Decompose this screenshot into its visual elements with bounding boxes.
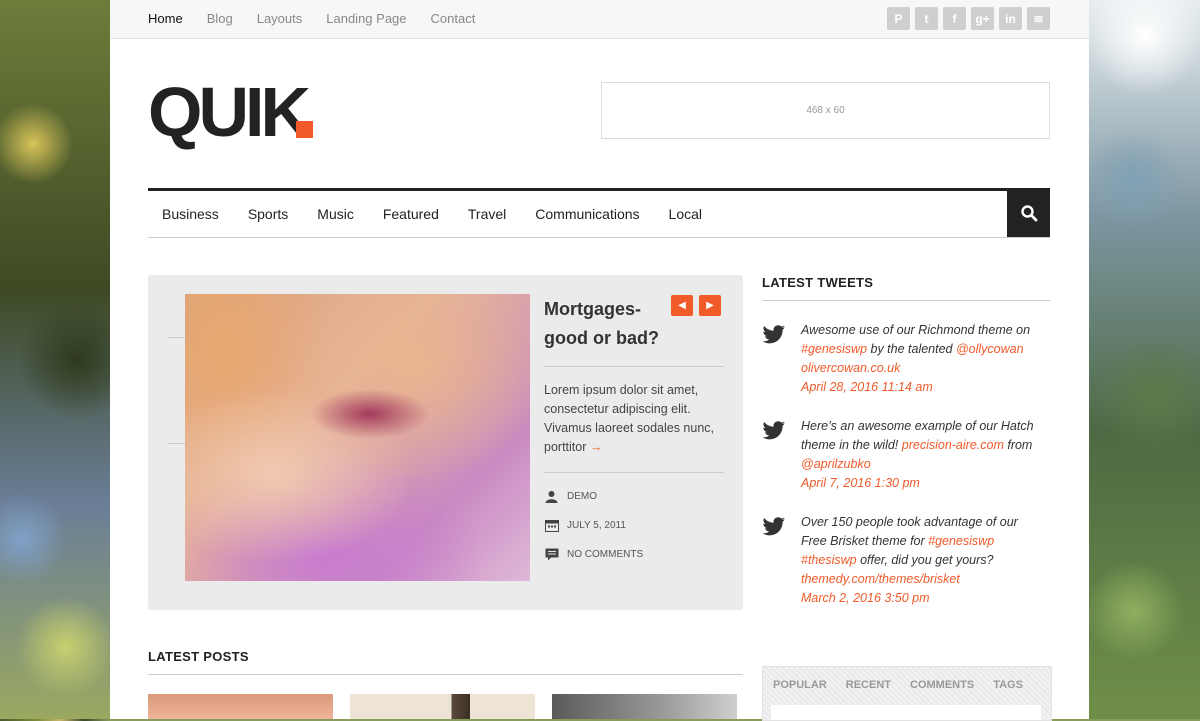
- tweet-timestamp[interactable]: March 2, 2016 3:50 pm: [801, 591, 930, 605]
- slider-controls: ◀ ▶: [671, 295, 721, 316]
- tweet-url-link[interactable]: precision-aire.com: [902, 438, 1004, 452]
- top-nav-contact[interactable]: Contact: [431, 11, 476, 26]
- logo-dot: [296, 121, 313, 138]
- slider-divider: [168, 337, 185, 338]
- main-nav-local[interactable]: Local: [669, 206, 702, 222]
- main-nav-music[interactable]: Music: [317, 206, 354, 222]
- featured-divider: [544, 472, 724, 473]
- pinterest-icon[interactable]: P: [887, 7, 910, 30]
- comment-icon: [544, 548, 559, 561]
- main-nav-business[interactable]: Business: [162, 206, 219, 222]
- meta-date: JULY 5, 2011: [544, 519, 626, 532]
- latest-tweets-heading: LATEST TWEETS: [762, 275, 874, 290]
- post-thumbnail[interactable]: [552, 694, 737, 719]
- tweet-hashtag-link[interactable]: #genesiswp: [801, 342, 867, 356]
- meta-author-text[interactable]: DEMO: [567, 491, 597, 502]
- latest-posts-divider: [148, 674, 743, 675]
- tweet-url-link[interactable]: themedy.com/themes/brisket: [801, 572, 960, 586]
- meta-date-text: JULY 5, 2011: [567, 520, 626, 531]
- top-nav-landing-page[interactable]: Landing Page: [326, 11, 406, 26]
- search-button[interactable]: [1007, 188, 1050, 237]
- twitter-bird-icon: [762, 325, 785, 344]
- tweet-hashtag-link[interactable]: #genesiswp: [928, 534, 994, 548]
- twitter-bird-icon: [762, 421, 785, 440]
- twitter-bird-icon: [762, 517, 785, 536]
- background-right: [1089, 0, 1200, 719]
- main-nav-featured[interactable]: Featured: [383, 206, 439, 222]
- tab-recent[interactable]: RECENT: [846, 679, 891, 691]
- sidebar-tabs: POPULAR RECENT COMMENTS TAGS: [762, 666, 1052, 721]
- tweet-hashtag-link[interactable]: #thesiswp: [801, 553, 857, 567]
- post-thumbnail[interactable]: [350, 694, 535, 719]
- top-nav-blog[interactable]: Blog: [207, 11, 233, 26]
- main-nav-sports[interactable]: Sports: [248, 206, 288, 222]
- tweet-text: Here’s an awesome example of our Hatch t…: [801, 417, 1041, 493]
- featured-image[interactable]: [185, 294, 530, 581]
- user-icon: [544, 490, 559, 503]
- featured-slider: ◀ ▶ Mortgages- good or bad? Lorem ipsum …: [148, 275, 743, 610]
- tab-panel: [771, 705, 1041, 720]
- page: Home Blog Layouts Landing Page Contact P…: [110, 0, 1089, 721]
- featured-divider: [544, 366, 724, 367]
- featured-excerpt-text: Lorem ipsum dolor sit amet, consectetur …: [544, 383, 715, 454]
- tweet-text-part: by the talented: [867, 342, 956, 356]
- main-nav-communications[interactable]: Communications: [535, 206, 639, 222]
- twitter-icon[interactable]: t: [915, 7, 938, 30]
- tweet-url-link[interactable]: olivercowan.co.uk: [801, 361, 900, 375]
- latest-posts-heading: LATEST POSTS: [148, 649, 249, 664]
- rss-icon[interactable]: ≋: [1027, 7, 1050, 30]
- tweet-mention-link[interactable]: @aprilzubko: [801, 457, 871, 471]
- facebook-icon[interactable]: f: [943, 7, 966, 30]
- googleplus-icon[interactable]: g+: [971, 7, 994, 30]
- slider-divider: [168, 443, 185, 444]
- top-bar: Home Blog Layouts Landing Page Contact P…: [110, 0, 1089, 39]
- calendar-icon: [544, 519, 559, 532]
- meta-comments-text[interactable]: NO COMMENTS: [567, 549, 643, 560]
- tweet-timestamp[interactable]: April 7, 2016 1:30 pm: [801, 476, 920, 490]
- latest-tweets-divider: [762, 300, 1050, 301]
- search-icon: [1020, 204, 1037, 221]
- tab-comments[interactable]: COMMENTS: [910, 679, 974, 691]
- tweet-text-part: offer, did you get yours?: [856, 553, 994, 567]
- meta-comments: NO COMMENTS: [544, 548, 643, 561]
- tab-tags[interactable]: TAGS: [993, 679, 1023, 691]
- site-logo[interactable]: QUIK: [148, 77, 311, 147]
- tweet-text: Awesome use of our Richmond theme on #ge…: [801, 321, 1041, 397]
- meta-author: DEMO: [544, 490, 597, 503]
- tweet-text-part: from: [1003, 438, 1033, 452]
- main-nav-travel[interactable]: Travel: [468, 206, 506, 222]
- top-nav-home[interactable]: Home: [148, 11, 183, 26]
- next-slide-button[interactable]: ▶: [699, 295, 721, 316]
- social-links: P t f g+ in ≋: [887, 7, 1050, 30]
- prev-slide-button[interactable]: ◀: [671, 295, 693, 316]
- read-more-link[interactable]: →: [590, 440, 603, 454]
- top-nav-layouts[interactable]: Layouts: [257, 11, 303, 26]
- tweet-text: Over 150 people took advantage of our Fr…: [801, 513, 1041, 608]
- main-nav: Business Sports Music Featured Travel Co…: [148, 188, 1050, 238]
- top-nav: Home Blog Layouts Landing Page Contact: [148, 11, 475, 26]
- post-thumbnail[interactable]: [148, 694, 333, 719]
- background-left: [0, 0, 110, 719]
- featured-title[interactable]: Mortgages- good or bad?: [544, 295, 674, 353]
- tab-popular[interactable]: POPULAR: [773, 679, 827, 691]
- featured-excerpt: Lorem ipsum dolor sit amet, consectetur …: [544, 381, 724, 457]
- tweet-text-part: Awesome use of our Richmond theme on: [801, 323, 1031, 337]
- ad-banner-label: 468 x 60: [806, 105, 845, 116]
- tweet-timestamp[interactable]: April 28, 2016 11:14 am: [801, 380, 933, 394]
- linkedin-icon[interactable]: in: [999, 7, 1022, 30]
- ad-banner[interactable]: 468 x 60: [601, 82, 1050, 139]
- tweet-mention-link[interactable]: @ollycowan: [956, 342, 1024, 356]
